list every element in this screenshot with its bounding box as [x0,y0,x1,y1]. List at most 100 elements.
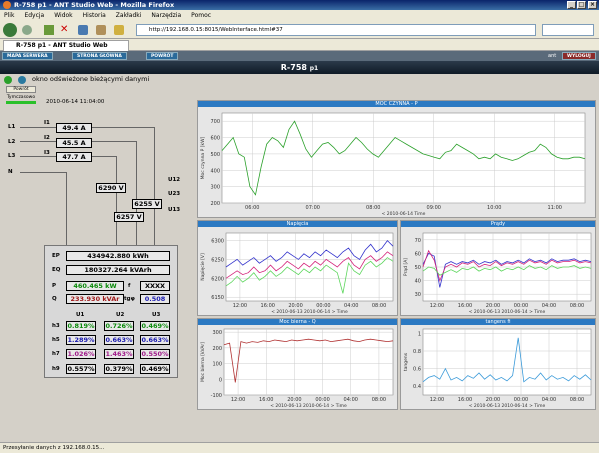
navigation-toolbar: ✕ http://192.168.0.15:8015/WebInterface.… [0,21,599,39]
x-tick-label: 20:00 [288,303,302,309]
home-page-button[interactable]: STRONA GŁÓWNA [72,52,127,60]
y-tick-label: 0.4 [413,384,421,390]
x-tick-label: 04:00 [344,303,358,309]
phase-label: N [8,169,13,175]
current-i3-value: 47.7 A [56,152,92,162]
harmonic-header: U1 [76,312,85,318]
menu-item[interactable]: Zakładki [116,12,142,19]
plot-area [422,328,592,396]
menu-item[interactable]: Pomoc [191,12,211,19]
menu-item[interactable]: Edycja [24,12,44,19]
x-tick-label: 20:00 [486,397,500,403]
p-value: 460.465 kW [66,281,124,291]
voltage-label: U13 [168,207,181,213]
menu-item[interactable]: Plik [4,12,14,19]
back-icon[interactable] [3,23,17,37]
reactive-power-chart: -100 0 100 200 300 12:00 16:00 20:00 00:00 04:00 0… [200,328,394,409]
logout-button[interactable]: WYLOGUJ [562,52,596,60]
home-icon[interactable] [78,25,88,35]
x-tick-label: 12:00 [430,303,444,309]
x-axis-note: < 2010-06-13 2010-06-14 > Time [270,403,347,409]
y-tick-label: 700 [210,119,220,125]
refresh-button[interactable]: Powrót [6,86,36,93]
x-axis-note: < 2010-06-14 Time [382,211,426,217]
x-tick-label: 12:00 [231,397,245,403]
harmonic-value: 0.726% [104,321,134,331]
harmonic-header: U2 [116,312,125,318]
plot-area [221,112,586,204]
x-tick-label: 09:00 [427,205,441,211]
y-tick-label: -100 [211,393,222,399]
tangent-chart: 0.4 0.6 0.8 1 12:00 16:00 20:00 00:00 04:00 08:00… [403,328,592,409]
currents-chart: 30 40 50 60 70 12:00 16:00 20:00 00:00 04:00 08:00… [403,232,592,315]
current-label: I1 [44,120,50,126]
current-i2-value: 45.5 A [56,138,92,148]
search-input[interactable] [542,24,594,36]
ep-label: EP [52,253,60,259]
x-tick-label: 07:00 [306,205,320,211]
x-tick-label: 12:00 [430,397,444,403]
browser-status-text: Przesyłanie danych z 192.168.0.15... [3,445,105,451]
tab-label: R-758 p1 - ANT Studio Web [16,42,108,49]
tab-active[interactable]: R-758 p1 - ANT Studio Web [3,40,129,51]
voltage-label: U23 [168,191,181,197]
harmonic-value: 0.557% [66,364,96,374]
y-tick-label: 200 [212,346,222,352]
x-tick-label: 08:00 [570,397,584,403]
maximize-icon[interactable]: □ [577,1,586,9]
user-name: ant [548,53,557,59]
status-row: okno odświeżone bieżącymi danymi [0,74,599,85]
q-value: 233.930 kVAr [66,294,124,304]
x-tick-label: 00:00 [514,397,528,403]
app-toolbar: MAPA SERWERA STRONA GŁÓWNA POWRÓT ant WY… [0,51,599,61]
harmonic-row-label: h7 [52,351,60,357]
voltage-u23-value: 6255 V [132,199,162,209]
x-tick-label: 04:00 [344,397,358,403]
bookmark-icon[interactable] [114,25,124,35]
harmonic-value: 1.289% [66,335,96,345]
chart-panel-currents: Prądy 30 40 50 60 70 12:00 16:00 20:00 00:00 04:0… [400,220,596,316]
ep-value: 434942.880 kWh [66,251,170,261]
y-tick-label: 600 [210,136,220,142]
harmonic-value: 1.463% [104,349,134,359]
y-tick-label: 50 [415,265,421,271]
active-power-chart: 200 300 400 500 600 700 06:00 07:00 08:00 09:00 10… [200,112,586,217]
y-axis-label: tangens [403,352,409,371]
reload-icon[interactable] [44,25,54,35]
p-label: P [52,283,57,289]
minimize-icon[interactable]: _ [567,1,576,9]
back-button[interactable]: POWRÓT [146,52,179,60]
close-icon[interactable]: × [588,1,597,9]
x-axis-note: < 2010-06-13 2010-06-14 > Time [469,309,546,315]
stop-icon[interactable]: ✕ [60,25,70,35]
x-tick-label: 11:00 [548,205,562,211]
menu-item[interactable]: Widok [54,12,72,19]
phase-label: L1 [8,124,16,130]
page-title: R-758 p1 [0,61,599,74]
forward-icon[interactable] [22,25,32,35]
x-tick-label: 04:00 [542,303,556,309]
menu-item[interactable]: Historia [83,12,106,19]
x-tick-label: 12:00 [233,303,247,309]
f-label: f [128,283,131,289]
timestamp: 2010-06-14 11:04:00 [46,99,105,105]
server-map-button[interactable]: MAPA SERWERA [2,52,53,60]
x-tick-label: 08:00 [372,397,386,403]
current-i1-value: 49.4 A [56,123,92,133]
q-label: Q [52,296,57,302]
eq-label: EQ [52,267,61,273]
voltage-label: U12 [168,177,181,183]
x-tick-label: 08:00 [372,303,386,309]
harmonic-value: 0.469% [140,364,170,374]
page-title-main: R-758 [280,63,307,72]
harmonic-value: 0.663% [104,335,134,345]
menu-item[interactable]: Narzędzia [151,12,181,19]
y-tick-label: 300 [210,185,220,191]
y-tick-label: 0.6 [413,367,421,373]
harmonic-value: 0.819% [66,321,96,331]
y-tick-label: 6300 [211,239,224,245]
url-input[interactable]: http://192.168.0.15:8015/WebInterface.ht… [136,24,536,36]
refresh-icon[interactable] [4,76,12,84]
history-icon[interactable] [96,25,106,35]
x-axis-note: < 2010-06-13 2010-06-14 > Time [469,403,546,409]
